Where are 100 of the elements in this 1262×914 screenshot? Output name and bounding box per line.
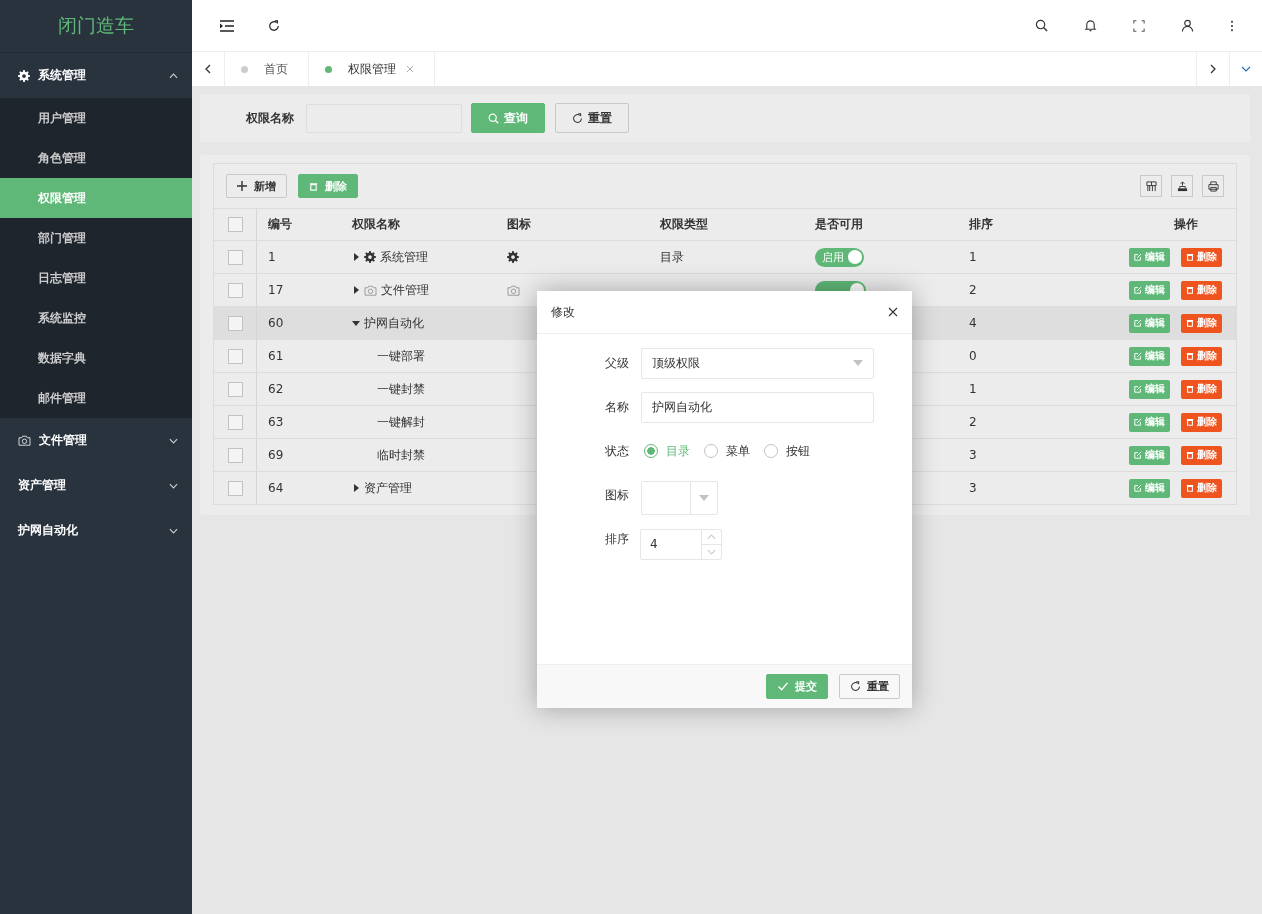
- chevron-left-icon: [205, 64, 211, 74]
- row-checkbox[interactable]: [227, 249, 243, 265]
- edit-button[interactable]: 编辑: [1129, 379, 1170, 399]
- submenu-item[interactable]: 系统监控: [0, 298, 192, 338]
- row-checkbox[interactable]: [227, 282, 243, 298]
- row-checkbox[interactable]: [227, 480, 243, 496]
- column-header: 操作: [1173, 216, 1199, 233]
- menu-item[interactable]: 文件管理: [0, 418, 192, 463]
- edit-icon: [1134, 286, 1142, 294]
- field-label: 排序: [604, 530, 630, 548]
- table-cell-text: 1: [968, 382, 978, 396]
- column-header: 是否可用: [814, 216, 864, 233]
- column-header: 图标: [506, 216, 532, 233]
- edit-button[interactable]: 编辑: [1129, 445, 1170, 465]
- delete-row-button[interactable]: 删除: [1181, 379, 1222, 399]
- submenu-item[interactable]: 权限管理: [0, 178, 192, 218]
- row-checkbox[interactable]: [227, 348, 243, 364]
- field-label: 名称: [604, 398, 630, 416]
- submenu-item[interactable]: 日志管理: [0, 258, 192, 298]
- name-field[interactable]: 护网自动化: [641, 391, 874, 423]
- submit-button[interactable]: 提交: [766, 674, 828, 699]
- menu-label: 资产管理: [18, 477, 67, 494]
- edit-icon: [1134, 319, 1142, 327]
- table-cell: 目录: [660, 248, 684, 266]
- trash-icon: [1186, 319, 1194, 327]
- permission-name: 资产管理: [364, 479, 412, 497]
- edit-icon: [1134, 484, 1142, 492]
- dot-icon: [241, 65, 248, 73]
- submenu-item[interactable]: 邮件管理: [0, 378, 192, 418]
- dialog-reset-button[interactable]: 重置: [839, 674, 900, 699]
- column-header: 权限类型: [659, 216, 709, 233]
- fullscreen-icon[interactable]: [1133, 19, 1145, 32]
- bell-icon[interactable]: [1084, 19, 1097, 32]
- edit-button[interactable]: 编辑: [1129, 412, 1170, 432]
- chevron-down-icon: [169, 527, 178, 534]
- row-checkbox[interactable]: [227, 315, 243, 331]
- select-all-checkbox[interactable]: [227, 217, 243, 232]
- columns-button[interactable]: [1140, 175, 1162, 197]
- table-cell-text: 63: [267, 415, 285, 429]
- chevron-down-icon: [169, 437, 178, 444]
- field-label: 父级: [604, 354, 630, 372]
- edit-button[interactable]: 编辑: [1129, 346, 1170, 366]
- table-cell-text: 64: [267, 481, 285, 495]
- submenu-item[interactable]: 用户管理: [0, 98, 192, 138]
- chevron-down-icon: [169, 482, 178, 489]
- collapse-arrow-icon[interactable]: [352, 319, 360, 327]
- delete-row-button[interactable]: 删除: [1181, 412, 1222, 432]
- search-icon[interactable]: [1035, 19, 1048, 32]
- refresh-icon[interactable]: [268, 19, 280, 32]
- export-button[interactable]: [1171, 175, 1193, 197]
- radio-option[interactable]: 按钮: [764, 442, 810, 460]
- more-icon[interactable]: [1230, 19, 1234, 32]
- radio-option[interactable]: 目录: [644, 442, 690, 460]
- trash-icon: [309, 181, 318, 191]
- print-button[interactable]: [1202, 175, 1224, 197]
- field-label: 图标: [604, 486, 630, 504]
- reset-button[interactable]: 重置: [555, 103, 629, 133]
- query-button[interactable]: 查询: [471, 103, 545, 133]
- row-checkbox[interactable]: [227, 381, 243, 397]
- submenu-item[interactable]: 角色管理: [0, 138, 192, 178]
- chevron-down-icon: [1241, 66, 1251, 72]
- delete-row-button[interactable]: 删除: [1181, 280, 1222, 300]
- edit-button[interactable]: 编辑: [1129, 478, 1170, 498]
- permission-name: 一键部署: [377, 347, 425, 365]
- close-icon[interactable]: [888, 307, 898, 317]
- submenu-item[interactable]: 数据字典: [0, 338, 192, 378]
- parent-select[interactable]: 顶级权限: [641, 347, 874, 379]
- table-cell-text: 4: [968, 316, 978, 330]
- menu-item[interactable]: 护网自动化: [0, 508, 192, 553]
- delete-row-button[interactable]: 删除: [1181, 247, 1222, 267]
- delete-row-button[interactable]: 删除: [1181, 478, 1222, 498]
- delete-row-button[interactable]: 删除: [1181, 313, 1222, 333]
- export-icon: [1176, 180, 1188, 192]
- row-checkbox[interactable]: [227, 414, 243, 430]
- sort-number-field[interactable]: 4: [640, 528, 722, 560]
- menu-label: 系统管理: [38, 67, 87, 84]
- expand-arrow-icon[interactable]: [352, 484, 360, 492]
- edit-button[interactable]: 编辑: [1129, 247, 1170, 267]
- gear-icon: [507, 251, 519, 263]
- tab-label: 权限管理: [348, 60, 396, 78]
- permission-name: 临时封禁: [377, 446, 425, 464]
- table-cell-text: 69: [267, 448, 285, 462]
- delete-row-button[interactable]: 删除: [1181, 346, 1222, 366]
- edit-button[interactable]: 编辑: [1129, 280, 1170, 300]
- delete-button[interactable]: 删除: [298, 174, 358, 198]
- menu-item[interactable]: 资产管理: [0, 463, 192, 508]
- toggle-switch[interactable]: 启用: [815, 247, 864, 267]
- user-icon[interactable]: [1181, 19, 1194, 32]
- menu-icon[interactable]: [220, 19, 234, 32]
- dialog-title: 修改: [551, 303, 575, 321]
- expand-arrow-icon[interactable]: [352, 286, 360, 294]
- edit-button[interactable]: 编辑: [1129, 313, 1170, 333]
- expand-arrow-icon[interactable]: [352, 253, 360, 261]
- row-checkbox[interactable]: [227, 447, 243, 463]
- submenu-item[interactable]: 部门管理: [0, 218, 192, 258]
- delete-row-button[interactable]: 删除: [1181, 445, 1222, 465]
- add-button[interactable]: 新增: [226, 174, 287, 198]
- radio-option[interactable]: 菜单: [704, 442, 750, 460]
- trash-icon: [1186, 352, 1194, 360]
- search-icon: [488, 112, 499, 124]
